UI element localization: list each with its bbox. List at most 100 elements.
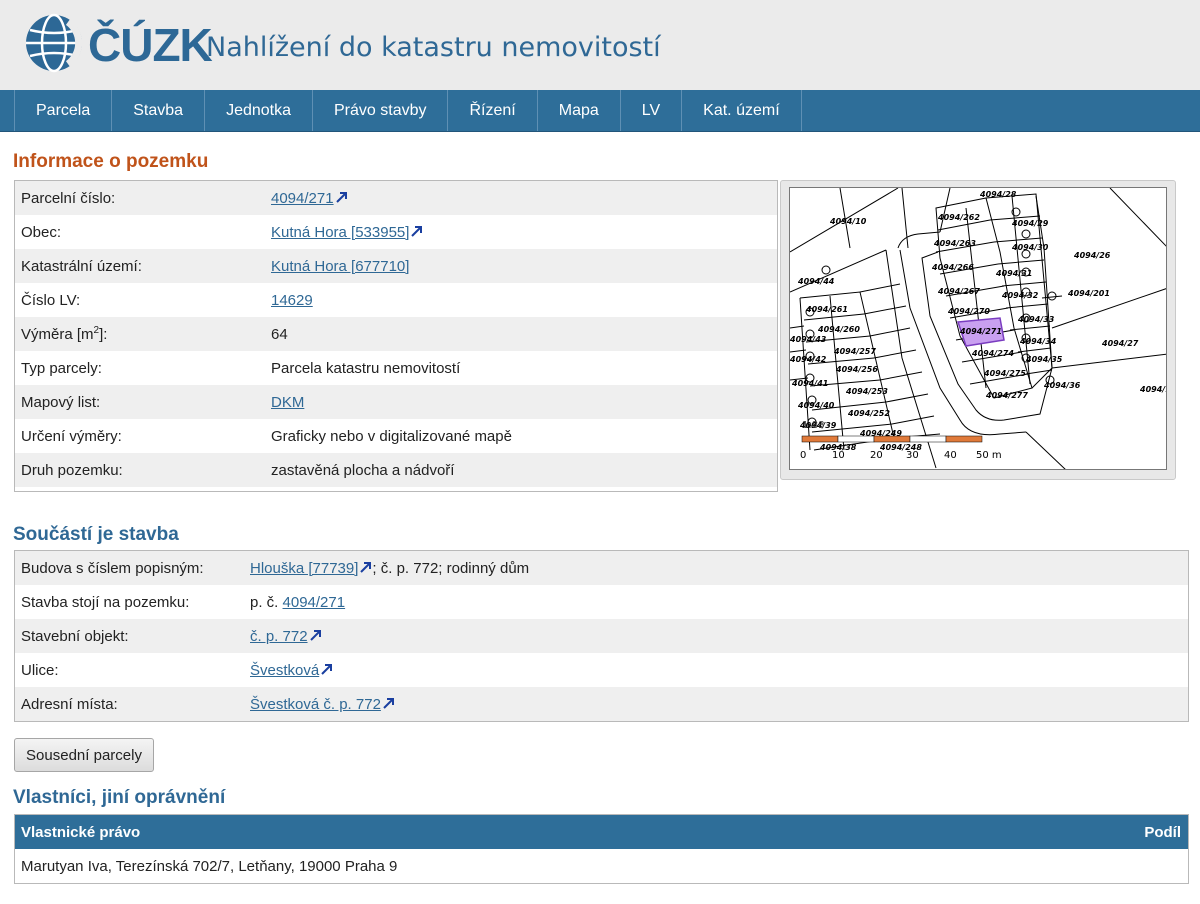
neighbor-parcels-button[interactable]: Sousední parcely (14, 738, 154, 772)
row-value[interactable]: Kutná Hora [533955] (271, 224, 423, 241)
table-row: Stavební objekt: č. p. 772 (15, 619, 1188, 653)
row-label: Parcelní číslo: (15, 190, 271, 207)
map-parcel-label: 4094/40 (797, 401, 835, 410)
external-link-icon[interactable] (320, 663, 333, 676)
table-row: Určení výměry: Graficky nebo v digitalizo… (15, 419, 777, 453)
row-value[interactable]: 4094/271 (271, 190, 348, 207)
nav-rizeni[interactable]: Řízení (448, 90, 538, 131)
row-value: Graficky nebo v digitalizované mapě (271, 428, 512, 445)
map-parcel-label: 4094/277 (985, 391, 1028, 400)
external-link-icon[interactable] (359, 561, 372, 574)
nav-parcela[interactable]: Parcela (14, 90, 113, 131)
table-row: Výměra [m2]: 64 (15, 317, 777, 351)
external-link-icon[interactable] (309, 629, 322, 642)
main-nav: Parcela Stavba Jednotka Právo stavby Říz… (0, 90, 1200, 132)
row-label: Výměra [m2]: (15, 325, 271, 343)
row-label: Obec: (15, 224, 271, 241)
row-label-text: Stavba stojí na pozemku: (21, 593, 190, 611)
map-parcel-label: 4094/35 (1025, 355, 1063, 364)
map-parcel-label: 4094/271 (959, 327, 1002, 336)
cadastral-map[interactable]: 4094/28 4094/10 4094/262 4094/29 4094/263 409… (789, 187, 1167, 470)
value-link[interactable]: Kutná Hora [677710] (271, 258, 409, 275)
value-link[interactable]: DKM (271, 394, 304, 411)
map-scale-tick: 10 (832, 450, 845, 461)
row-label-text: Ulice: (21, 661, 59, 679)
row-label: Budova s číslem popisným: (15, 560, 250, 577)
row-label-text: Výměra [m (21, 326, 94, 343)
external-link-icon[interactable] (410, 225, 423, 238)
map-scale-tick: 40 (944, 450, 957, 461)
row-value: Parcela katastru nemovitostí (271, 360, 460, 377)
map-parcel-label: 4094/30 (1011, 243, 1049, 252)
map-parcel-label: 4094/275 (983, 369, 1026, 378)
row-label-text: Katastrální území: (21, 257, 142, 275)
row-label-text: Budova s číslem popisným: (21, 559, 204, 577)
row-value[interactable]: p. č. 4094/271 (250, 594, 345, 611)
table-row: Mapový list: DKM (15, 385, 777, 419)
external-link-icon[interactable] (382, 697, 395, 710)
value-link[interactable]: č. p. 772 (250, 628, 308, 645)
row-label-text: Druh pozemku: (21, 461, 123, 479)
row-label: Katastrální území: (15, 258, 271, 275)
map-parcel-label: 4094/29 (1011, 219, 1049, 228)
value-link[interactable]: Švestková č. p. 772 (250, 696, 381, 713)
globe-icon (26, 13, 83, 73)
map-parcel-label: 4094/26 (1073, 251, 1111, 260)
parcel-heading: Informace o pozemku (13, 151, 209, 172)
row-label-text: Typ parcely: (21, 359, 102, 377)
value-link[interactable]: 4094/271 (283, 594, 346, 611)
nav-lv[interactable]: LV (621, 90, 683, 131)
row-value[interactable]: Švestková (250, 662, 333, 679)
external-link-icon[interactable] (335, 191, 348, 204)
row-label-text: Číslo LV: (21, 291, 81, 309)
row-value[interactable]: Švestková č. p. 772 (250, 696, 395, 713)
row-value[interactable]: DKM (271, 394, 304, 411)
table-row: Číslo LV: 14629 (15, 283, 777, 317)
map-parcel-label: 4094/263 (933, 239, 976, 248)
column-ownership-right: Vlastnické právo (21, 823, 141, 841)
table-row: Parcelní číslo: 4094/271 (15, 181, 777, 215)
table-row: Stavba stojí na pozemku: p. č. 4094/271 (15, 585, 1188, 619)
row-label-text: Adresní místa: (21, 695, 118, 713)
row-label: Druh pozemku: (15, 462, 271, 479)
map-scale-ratio: 1:88 (802, 420, 824, 431)
table-row: Katastrální území: Kutná Hora [677710] (15, 249, 777, 283)
nav-kat-uzemi[interactable]: Kat. území (682, 90, 802, 131)
nav-jednotka[interactable]: Jednotka (205, 90, 313, 131)
row-value[interactable]: Kutná Hora [677710] (271, 258, 409, 275)
map-parcel-label: 4094/274 (971, 349, 1014, 358)
value-link[interactable]: 4094/271 (271, 190, 334, 207)
map-parcel-label: 4094/44 (797, 277, 835, 286)
row-label: Adresní místa: (15, 696, 250, 713)
nav-pravo-stavby[interactable]: Právo stavby (313, 90, 449, 131)
value-link[interactable]: Švestková (250, 662, 319, 679)
row-value[interactable]: č. p. 772 (250, 628, 322, 645)
map-preview[interactable]: 4094/28 4094/10 4094/262 4094/29 4094/263 409… (780, 180, 1176, 480)
row-label-suffix: ]: (99, 326, 108, 343)
nav-mapa[interactable]: Mapa (538, 90, 621, 131)
map-parcel-label: 4094/10 (829, 217, 867, 226)
value-suffix: ; č. p. 772; rodinný dům (372, 559, 530, 577)
map-parcel-label: 4094/257 (833, 347, 876, 356)
row-value[interactable]: 14629 (271, 292, 313, 309)
nav-stavba[interactable]: Stavba (112, 90, 206, 131)
value-link[interactable]: Hlouška [77739] (250, 560, 358, 577)
map-scale-tick: 50 m (976, 450, 1002, 461)
value-link[interactable]: 14629 (271, 292, 313, 309)
table-row: Marutyan Iva, Terezínská 702/7, Letňany,… (15, 849, 1188, 883)
row-value[interactable]: Hlouška [77739] ; č. p. 772; rodinný dům (250, 560, 529, 577)
row-value: 64 (271, 326, 288, 343)
row-label: Ulice: (15, 662, 250, 679)
map-scale-tick: 30 (906, 450, 919, 461)
value-prefix: p. č. (250, 593, 283, 611)
value-link[interactable]: Kutná Hora [533955] (271, 224, 409, 241)
map-parcel-label: 4094/33 (1017, 315, 1055, 324)
cuzk-logo[interactable]: ČÚZK (24, 12, 213, 74)
map-parcel-label: 4094/41 (791, 379, 828, 388)
parcel-info-table: Parcelní číslo: 4094/271 Obec: Kutná Hora [… (14, 180, 778, 492)
row-label-text: Stavební objekt: (21, 627, 129, 645)
owners-table-header: Vlastnické právo Podíl (15, 815, 1188, 849)
map-parcel-label: 4094/253 (845, 387, 888, 396)
owners-table: Vlastnické právo Podíl Marutyan Iva, Ter… (14, 814, 1189, 884)
value-text: Parcela katastru nemovitostí (271, 359, 461, 377)
